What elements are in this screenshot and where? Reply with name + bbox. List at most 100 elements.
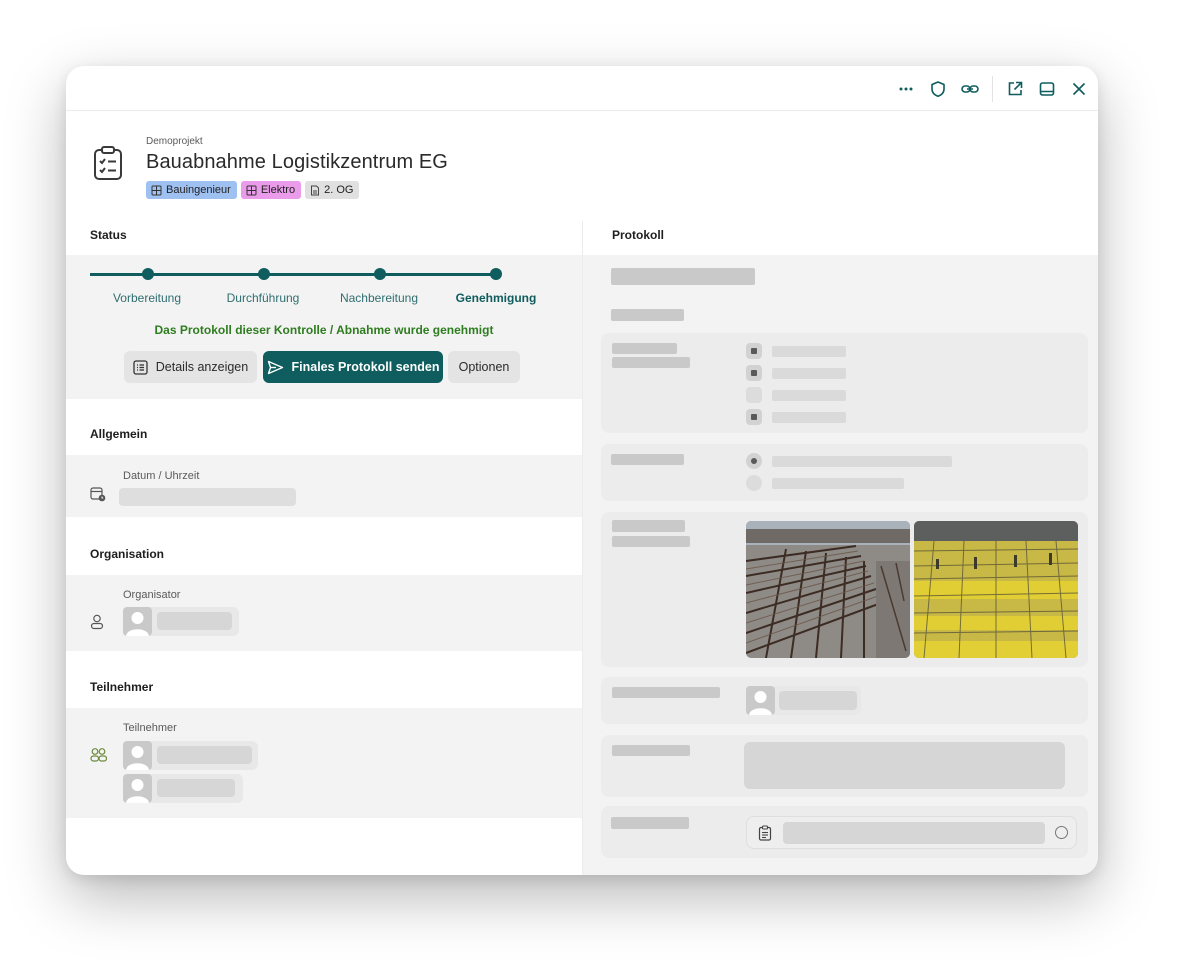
tag-elektro[interactable]: Elektro (240, 181, 302, 199)
participant-name-placeholder (157, 746, 252, 764)
radio-button[interactable] (746, 453, 762, 469)
user-icon (90, 614, 104, 635)
date-label: Datum / Uhrzeit (123, 470, 200, 482)
link-icon[interactable] (955, 74, 985, 104)
approval-message: Das Protokoll dieser Kontrolle / Abnahme… (154, 323, 494, 337)
status-circle-icon[interactable] (1055, 826, 1068, 839)
participants-label: Teilnehmer (123, 722, 177, 734)
clipboard-icon (758, 825, 772, 846)
step-dot (490, 268, 502, 280)
option-label-placeholder (772, 478, 904, 489)
question-label-placeholder (612, 357, 690, 368)
question-label-placeholder (612, 536, 690, 547)
details-button-label: Details anzeigen (155, 360, 249, 374)
step-dot (258, 268, 270, 280)
close-icon[interactable] (1064, 74, 1094, 104)
clipboard-check-icon (92, 145, 124, 186)
participants-title: Teilnehmer (90, 680, 154, 694)
participants-field: Teilnehmer (66, 708, 582, 818)
page-header: Demoprojekt Bauabnahme Logistikzentrum E… (66, 111, 1098, 221)
toolbar-divider (992, 76, 993, 102)
text-answer-field[interactable] (744, 742, 1065, 789)
tag-label: Elektro (260, 184, 296, 196)
photo-question-card (601, 512, 1088, 667)
person-chip[interactable] (746, 686, 861, 715)
option-label-placeholder (772, 390, 846, 401)
person-question-card (601, 677, 1088, 724)
checklist-text-placeholder (783, 822, 1045, 844)
option-label-placeholder (772, 412, 846, 423)
step-dot (142, 268, 154, 280)
step-nachbereitung[interactable]: Nachbereitung (340, 291, 418, 305)
window-toolbar (66, 66, 1098, 111)
page-title: Bauabnahme Logistikzentrum EG (146, 151, 448, 173)
checklist-item[interactable] (746, 816, 1077, 849)
checkbox[interactable] (746, 387, 762, 403)
participant-chip[interactable] (123, 741, 258, 770)
checkbox[interactable] (746, 409, 762, 425)
organizer-name-placeholder (157, 612, 232, 630)
options-button-label: Optionen (458, 360, 510, 374)
question-label-placeholder (612, 687, 720, 698)
organizer-chip[interactable] (123, 607, 239, 636)
send-protocol-button[interactable]: Finales Protokoll senden (263, 351, 443, 383)
shield-icon[interactable] (923, 74, 953, 104)
details-column: Status Vorbereitung Durchführung Nachber… (66, 221, 582, 875)
question-label-placeholder (612, 343, 677, 354)
list-icon (133, 359, 148, 375)
question-label-placeholder (611, 817, 689, 829)
project-label: Demoprojekt (146, 136, 203, 147)
more-icon[interactable] (891, 74, 921, 104)
panel-icon[interactable] (1032, 74, 1062, 104)
yellow-rebar-grid-photo[interactable] (914, 521, 1078, 658)
protocol-heading-placeholder (611, 268, 755, 285)
checkbox-question-card (601, 333, 1088, 433)
step-durchfuehrung[interactable]: Durchführung (227, 291, 300, 305)
avatar (123, 607, 152, 636)
grid-icon (246, 185, 257, 195)
tag-bauingenieur[interactable]: Bauingenieur (146, 181, 237, 199)
question-label-placeholder (612, 745, 690, 756)
date-value-placeholder[interactable] (119, 488, 296, 506)
checklist-question-card (601, 806, 1088, 858)
checkbox[interactable] (746, 365, 762, 381)
option-label-placeholder (772, 346, 846, 357)
calendar-clock-icon (90, 486, 106, 507)
participant-name-placeholder (157, 779, 235, 797)
protocol-title: Protokoll (612, 228, 665, 242)
open-external-icon[interactable] (1000, 74, 1030, 104)
tag-list: Bauingenieur Elektro 2. OG (146, 181, 360, 199)
avatar (123, 741, 152, 770)
options-button[interactable]: Optionen (448, 351, 520, 383)
radio-question-card (601, 444, 1088, 501)
modal-window: Demoprojekt Bauabnahme Logistikzentrum E… (66, 66, 1098, 875)
status-panel: Vorbereitung Durchführung Nachbereitung … (66, 255, 582, 399)
text-question-card (601, 735, 1088, 797)
step-dot (374, 268, 386, 280)
details-button[interactable]: Details anzeigen (124, 351, 257, 383)
tag-label: 2. OG (324, 184, 354, 196)
grid-icon (151, 185, 162, 195)
step-genehmigung[interactable]: Genehmigung (456, 291, 537, 305)
tag-label: Bauingenieur (166, 184, 231, 196)
avatar (746, 686, 775, 715)
step-vorbereitung[interactable]: Vorbereitung (113, 291, 181, 305)
rebar-cages-photo[interactable] (746, 521, 910, 658)
person-name-placeholder (779, 691, 857, 710)
send-icon (267, 360, 283, 374)
organisation-title: Organisation (90, 547, 165, 561)
users-icon (90, 747, 108, 768)
organizer-label: Organisator (123, 589, 181, 601)
participant-chip[interactable] (123, 774, 243, 803)
floorplan-icon (311, 185, 320, 195)
question-label-placeholder (612, 520, 685, 532)
radio-button[interactable] (746, 475, 762, 491)
option-label-placeholder (772, 456, 952, 467)
date-field: Datum / Uhrzeit (66, 455, 582, 517)
tag-floor[interactable]: 2. OG (305, 181, 360, 199)
organizer-field: Organisator (66, 575, 582, 651)
checkbox[interactable] (746, 343, 762, 359)
option-label-placeholder (772, 368, 846, 379)
send-button-label: Finales Protokoll senden (291, 360, 440, 374)
avatar (123, 774, 152, 803)
